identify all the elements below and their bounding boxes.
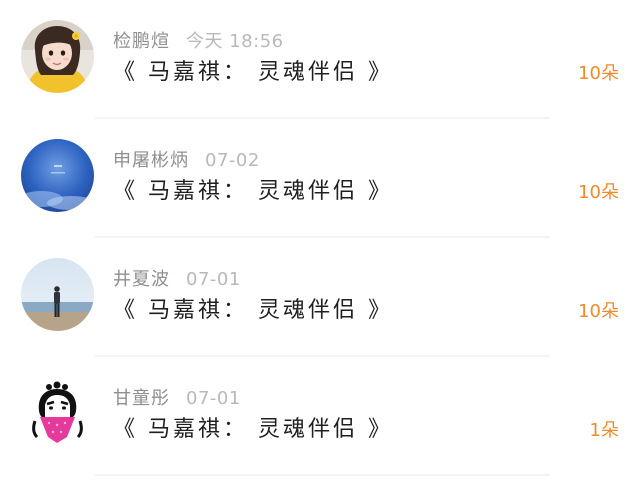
avatar[interactable] (21, 258, 94, 331)
item-meta: 井夏波 07-01 (113, 267, 241, 293)
item-title: 《 马嘉祺： 灵魂伴侣 》 (113, 298, 393, 323)
user-name[interactable]: 检鹏煊 (113, 31, 170, 52)
item-meta: 甘童彤 07-01 (113, 386, 241, 412)
avatar[interactable] (21, 20, 94, 93)
frida-bandana-avatar-icon (21, 377, 94, 450)
item-time: 07-02 (205, 150, 260, 171)
avatar[interactable] (21, 139, 94, 212)
item-time: 07-01 (186, 269, 241, 290)
user-name[interactable]: 申屠彬炳 (113, 150, 189, 171)
item-title: 《 马嘉祺： 灵魂伴侣 》 (113, 60, 393, 85)
item-time: 今天 18:56 (186, 31, 284, 52)
list-item[interactable]: 检鹏煊 今天 18:56 《 马嘉祺： 灵魂伴侣 》 10朵 (0, 0, 640, 119)
girl-selfie-avatar-icon (21, 20, 94, 93)
user-name[interactable]: 甘童彤 (113, 388, 170, 409)
flower-count: 10朵 (578, 182, 619, 203)
item-meta: 检鹏煊 今天 18:56 (113, 29, 284, 55)
gift-record-list: 检鹏煊 今天 18:56 《 马嘉祺： 灵魂伴侣 》 10朵 申屠彬炳 07-0… (0, 0, 640, 490)
item-meta: 申屠彬炳 07-02 (113, 148, 260, 174)
divider (95, 474, 550, 476)
list-item[interactable]: 井夏波 07-01 《 马嘉祺： 灵魂伴侣 》 10朵 (0, 238, 640, 357)
flower-count: 1朵 (589, 420, 619, 441)
flower-count: 10朵 (578, 301, 619, 322)
item-title: 《 马嘉祺： 灵魂伴侣 》 (113, 179, 393, 204)
seaside-person-avatar-icon (21, 258, 94, 331)
avatar[interactable] (21, 377, 94, 450)
list-item[interactable]: 申屠彬炳 07-02 《 马嘉祺： 灵魂伴侣 》 10朵 (0, 119, 640, 238)
user-name[interactable]: 井夏波 (113, 269, 170, 290)
blue-sky-avatar-icon (21, 139, 94, 212)
list-item[interactable]: 甘童彤 07-01 《 马嘉祺： 灵魂伴侣 》 1朵 (0, 357, 640, 476)
flower-count: 10朵 (578, 63, 619, 84)
item-title: 《 马嘉祺： 灵魂伴侣 》 (113, 417, 393, 442)
item-time: 07-01 (186, 388, 241, 409)
